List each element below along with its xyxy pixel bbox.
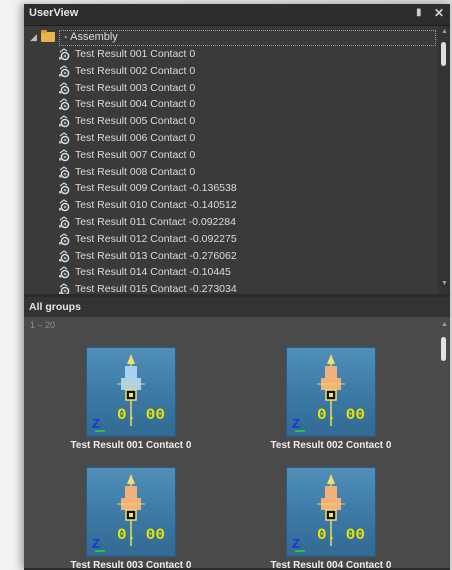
test-result-icon <box>59 266 70 279</box>
result-thumbnail[interactable]: 0. 00 Z <box>286 347 376 437</box>
tree-item-label: Test Result 006 Contact 0 <box>75 132 196 144</box>
tree-item[interactable]: Test Result 001 Contact 0 <box>24 46 436 63</box>
z-axis-label: Z <box>292 416 300 431</box>
pin-icon[interactable]: ▮ <box>416 7 422 18</box>
gallery-scrollbar[interactable]: ▲ <box>438 317 450 570</box>
tree-item[interactable]: Test Result 006 Contact 0 <box>24 130 436 147</box>
folder-icon <box>41 30 55 42</box>
test-result-icon <box>59 81 70 94</box>
scroll-down-icon[interactable]: ▼ <box>441 280 448 287</box>
tree-item[interactable]: Test Result 007 Contact 0 <box>24 147 436 164</box>
test-result-icon <box>59 48 70 61</box>
result-thumbnail[interactable]: 0. 00 Z <box>286 467 376 557</box>
tree-item-label: Test Result 001 Contact 0 <box>75 48 196 60</box>
result-thumbnail[interactable]: 0. 00 Z <box>86 467 176 557</box>
tree-item-label: Test Result 003 Contact 0 <box>75 81 196 94</box>
tree-item-label: Test Result 014 Contact -0.10445 <box>75 266 231 279</box>
tree-item-label: Test Result 011 Contact -0.092284 <box>75 216 236 228</box>
tree-item-label: Test Result 012 Contact -0.092275 <box>75 232 237 245</box>
test-result-icon <box>59 199 70 212</box>
panel-titlebar: UserView ▮ ✕ <box>24 4 450 26</box>
group-card[interactable]: 0. 00 Z Test Result 004 Contact 0 <box>256 467 406 570</box>
tree-item[interactable]: Test Result 011 Contact -0.092284 <box>24 214 436 231</box>
test-result-icon <box>59 132 70 145</box>
panel-title: UserView <box>29 7 79 19</box>
tree-item-label: Test Result 004 Contact 0 <box>75 98 196 111</box>
tree-item-label: Test Result 008 Contact 0 <box>75 165 196 178</box>
result-value: 0. 00 <box>117 526 166 544</box>
tree-item[interactable]: Test Result 014 Contact -0.10445 <box>24 264 436 281</box>
tree-item[interactable]: Test Result 003 Contact 0 <box>24 80 436 97</box>
group-card[interactable]: 0. 00 Z Test Result 003 Contact 0 <box>56 467 206 570</box>
tree-view[interactable]: ◢ - Assembly Test Result 001 Contact 0 Te… <box>24 26 450 294</box>
result-thumbnail[interactable]: 0. 00 Z <box>86 347 176 437</box>
test-result-icon <box>59 65 70 78</box>
tree-root-selection: - Assembly <box>59 30 436 46</box>
tree-item[interactable]: Test Result 010 Contact -0.140512 <box>24 197 436 214</box>
gallery-scroll-thumb[interactable] <box>441 337 446 361</box>
result-value: 0. 00 <box>117 406 166 424</box>
group-card-label: Test Result 002 Contact 0 <box>270 440 392 451</box>
result-value: 0. 00 <box>317 406 366 424</box>
groups-header: All groups <box>24 297 450 317</box>
test-result-icon <box>59 115 70 128</box>
test-result-icon <box>59 165 70 178</box>
tree-item[interactable]: Test Result 005 Contact 0 <box>24 113 436 130</box>
test-result-icon <box>59 98 70 111</box>
tree-item-label: Test Result 002 Contact 0 <box>75 64 196 77</box>
gallery-range: 1 – 20 <box>30 320 56 330</box>
tree-item-label: Test Result 009 Contact -0.136538 <box>75 182 237 195</box>
z-axis-label: Z <box>92 536 100 551</box>
test-result-icon <box>59 233 70 246</box>
test-result-icon <box>59 283 70 294</box>
tree-item-label: Test Result 013 Contact -0.276062 <box>75 249 237 262</box>
tree-item[interactable]: Test Result 012 Contact -0.092275 <box>24 231 436 248</box>
tree-item[interactable]: Test Result 009 Contact -0.136538 <box>24 180 436 197</box>
tree-scrollbar[interactable]: ▲ ▼ <box>438 26 450 294</box>
tree-root-label: - Assembly <box>64 31 118 43</box>
tree-item[interactable]: Test Result 004 Contact 0 <box>24 96 436 113</box>
group-card-label: Test Result 001 Contact 0 <box>70 440 192 451</box>
tree-item-label: Test Result 010 Contact -0.140512 <box>75 199 237 212</box>
userview-panel: UserView ▮ ✕ ◢ - Assembly Test Result 00… <box>24 4 450 570</box>
tree-item[interactable]: Test Result 015 Contact -0.273034 <box>24 281 436 294</box>
test-result-icon <box>59 249 70 262</box>
test-result-icon <box>59 149 70 162</box>
tree-root-row[interactable]: ◢ - Assembly <box>24 29 436 46</box>
test-result-icon <box>59 216 70 229</box>
tree-item[interactable]: Test Result 008 Contact 0 <box>24 164 436 181</box>
groups-gallery[interactable]: 1 – 20 0. 00 Z Test Result 001 Contact 0 0.… <box>24 317 450 570</box>
tree-scroll-thumb[interactable] <box>441 42 446 66</box>
group-card[interactable]: 0. 00 Z Test Result 001 Contact 0 <box>56 347 206 465</box>
z-axis-label: Z <box>292 536 300 551</box>
tree-item-label: Test Result 015 Contact -0.273034 <box>75 283 237 294</box>
tree-item-label: Test Result 005 Contact 0 <box>75 115 196 128</box>
tree-item-label: Test Result 007 Contact 0 <box>75 148 196 161</box>
tree-item[interactable]: Test Result 013 Contact -0.276062 <box>24 248 436 265</box>
result-value: 0. 00 <box>317 526 366 544</box>
group-card[interactable]: 0. 00 Z Test Result 002 Contact 0 <box>256 347 406 465</box>
scroll-up-icon[interactable]: ▲ <box>441 321 448 328</box>
groups-title: All groups <box>29 301 81 313</box>
close-icon[interactable]: ✕ <box>434 6 444 20</box>
collapse-arrow-icon[interactable]: ◢ <box>30 32 37 43</box>
test-result-icon <box>59 182 70 195</box>
scroll-up-icon[interactable]: ▲ <box>441 28 448 35</box>
tree-item[interactable]: Test Result 002 Contact 0 <box>24 63 436 80</box>
z-axis-label: Z <box>92 416 100 431</box>
